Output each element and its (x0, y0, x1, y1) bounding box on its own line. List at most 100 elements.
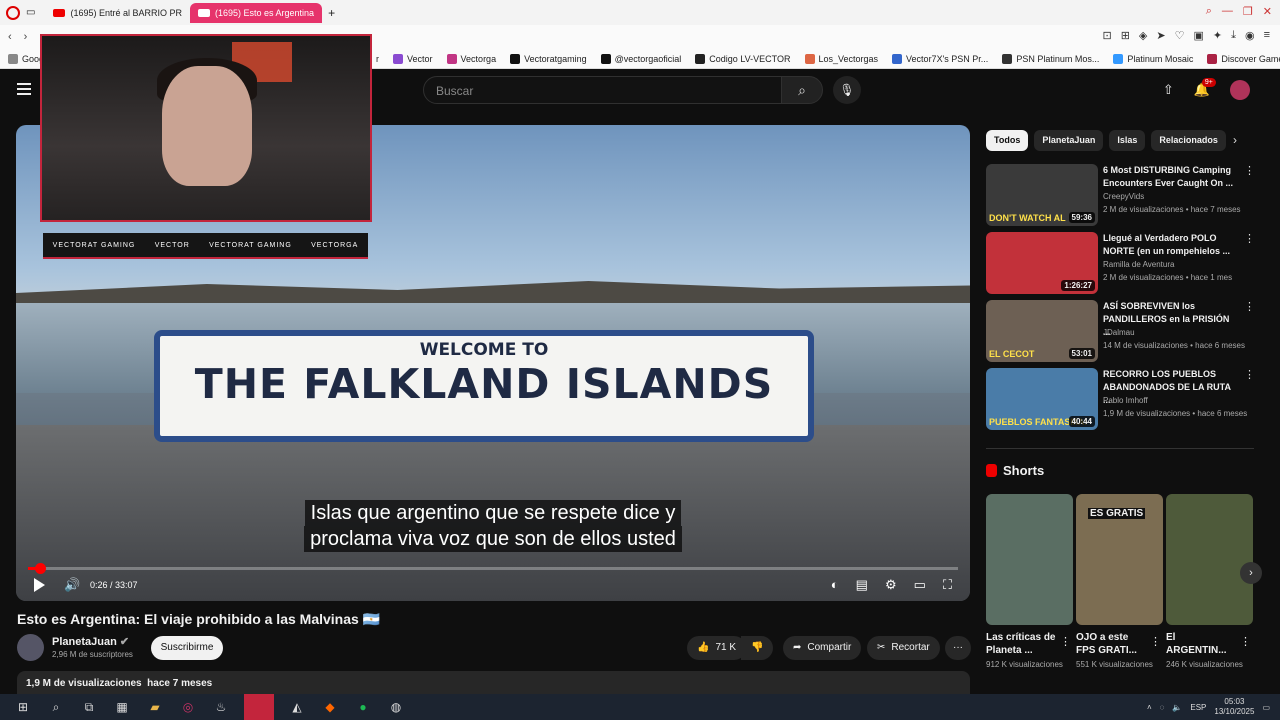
voice-search-button[interactable]: 🎙 (833, 76, 861, 104)
bookmark-item[interactable]: Discover Games -... (1207, 53, 1280, 64)
browser-tab-2[interactable]: (1695) Esto es Argentina (190, 2, 323, 23)
opera-logo-icon[interactable] (6, 5, 20, 20)
send-icon[interactable]: ➤ (1156, 29, 1165, 42)
chip-todos[interactable]: Todos (986, 130, 1029, 151)
bookmark-item[interactable]: @vectorgaoficial (600, 53, 681, 64)
back-icon[interactable]: ‹ (8, 31, 12, 43)
description-box[interactable]: 1,9 M de visualizaciones hace 7 meses (17, 671, 970, 695)
play-button[interactable] (34, 578, 45, 592)
shorts-next-button[interactable]: › (1240, 562, 1262, 584)
settings-gear-icon[interactable]: ⚙ (885, 577, 897, 593)
file-explorer-icon[interactable]: ▰ (145, 699, 165, 715)
opera-gx-icon[interactable]: ◎ (178, 699, 198, 715)
obs-icon[interactable]: ◍ (386, 699, 406, 715)
short-thumbnail[interactable] (1166, 494, 1253, 625)
like-button[interactable]: 👍 71 K (687, 636, 747, 660)
scrubber-handle[interactable] (35, 563, 46, 574)
task-view-icon[interactable]: ⧉ (79, 699, 99, 715)
more-vert-icon[interactable]: ⋮ (1244, 300, 1255, 313)
search-input[interactable]: Buscar (423, 76, 783, 104)
dislike-button[interactable]: 👎 (741, 636, 774, 660)
app-icon[interactable]: ◭ (287, 699, 307, 715)
download-icon[interactable]: ⤓ (1231, 29, 1236, 42)
channel-avatar[interactable] (17, 634, 44, 661)
speaker-icon[interactable]: 🔈 (1172, 703, 1182, 712)
bookmark-item[interactable]: Los_Vectorgas (804, 53, 878, 64)
chevron-up-icon[interactable]: ˄ (1147, 703, 1152, 712)
wifi-icon[interactable]: ◌ (1160, 703, 1165, 712)
browser-tab-1[interactable]: (1695) Entré al BARRIO PR (45, 3, 190, 23)
new-tab-button[interactable]: + (328, 6, 335, 20)
recommended-channel[interactable]: Pablo Imhoff (1103, 396, 1148, 405)
spotify-icon[interactable]: ● (353, 699, 373, 715)
maximize-icon[interactable]: ❐ (1243, 5, 1253, 18)
more-vert-icon[interactable]: ⋮ (1244, 232, 1255, 245)
wallet-icon[interactable]: ▣ (1193, 29, 1203, 42)
notification-center-icon[interactable]: ▭ (1262, 703, 1270, 712)
more-vert-icon[interactable]: ⋮ (1244, 164, 1255, 177)
workspaces-icon[interactable]: ▭ (26, 7, 35, 18)
bookmark-item[interactable]: Platinum Mosaic (1113, 53, 1193, 64)
video-thumbnail[interactable]: 1:26:27 (986, 232, 1098, 294)
channel-name[interactable]: PlanetaJuan ✔ (52, 635, 129, 648)
menu-icon[interactable]: ≡ (1264, 29, 1270, 42)
chip-relacionados[interactable]: Relacionados (1151, 130, 1226, 151)
short-item[interactable]: Las críticas de Planeta ... 912 K visuali… (986, 494, 1073, 671)
bookmark-icon[interactable]: ⊡ (1102, 29, 1111, 42)
share-button[interactable]: ➦ Compartir (783, 636, 862, 660)
recommended-video[interactable]: EL CECOT 53:01 ASÍ SOBREVIVEN los PANDILLE… (986, 300, 1256, 362)
chip-islas[interactable]: Islas (1109, 130, 1146, 151)
recommended-title[interactable]: Llegué al Verdadero POLO NORTE (en un ro… (1103, 232, 1238, 258)
more-vert-icon[interactable]: ⋮ (1244, 368, 1255, 381)
bookmark-item[interactable]: Goog (8, 53, 44, 64)
bookmark-item[interactable]: Vectoratgaming (510, 53, 587, 64)
subscribe-button[interactable]: Suscribirme (151, 636, 223, 660)
short-title[interactable]: El ARGENTIN... (1166, 631, 1238, 657)
clip-button[interactable]: ✂ Recortar (867, 636, 940, 660)
camera-icon[interactable]: ◉ (1245, 29, 1255, 42)
short-item[interactable]: ES GRATIS OJO a este FPS GRATI... 551 K vi… (1076, 494, 1163, 671)
short-title[interactable]: OJO a este FPS GRATI... (1076, 631, 1148, 657)
chip-planetajuan[interactable]: PlanetaJuan (1034, 130, 1104, 151)
recommended-channel[interactable]: CreepyVids (1103, 192, 1144, 201)
recommended-channel[interactable]: Ramilla de Aventura (1103, 260, 1174, 269)
recommended-video[interactable]: PUEBLOS FANTASMA! 40:44 RECORRO LOS PUEBLO… (986, 368, 1256, 430)
short-title[interactable]: Las críticas de Planeta ... (986, 631, 1058, 657)
video-thumbnail[interactable]: PUEBLOS FANTASMA! 40:44 (986, 368, 1098, 430)
snapshot-icon[interactable]: ⊞ (1121, 29, 1130, 42)
bookmark-item[interactable]: Vector (393, 53, 433, 64)
more-vert-icon[interactable]: ⋮ (1150, 635, 1161, 648)
bookmark-item[interactable]: Vector7X's PSN Pr... (892, 53, 988, 64)
user-avatar[interactable] (1230, 80, 1250, 100)
shield-icon[interactable]: ◈ (1139, 29, 1147, 42)
progress-bar[interactable] (28, 563, 958, 574)
app-icon[interactable]: ▦ (112, 699, 132, 715)
windows-start-icon[interactable]: ⊞ (13, 699, 33, 715)
more-vert-icon[interactable]: ⋮ (1060, 635, 1071, 648)
captions-icon[interactable]: ▤ (856, 577, 868, 593)
bookmark-item[interactable]: r (376, 54, 379, 64)
notifications-button[interactable]: 🔔 9+ (1194, 78, 1216, 98)
search-tabs-icon[interactable]: ⌕ (1206, 5, 1212, 18)
clock[interactable]: 05:03 13/10/2025 (1214, 697, 1254, 717)
brave-icon[interactable]: ◆ (320, 699, 340, 715)
search-button[interactable]: ⌕ (781, 76, 823, 104)
extensions-icon[interactable]: ✦ (1213, 29, 1222, 42)
bookmark-item[interactable]: Codigo LV-VECTOR (695, 53, 791, 64)
hamburger-menu-icon[interactable] (17, 83, 31, 95)
forward-icon[interactable]: › (24, 31, 28, 43)
short-item[interactable]: El ARGENTIN... 246 K visualizaciones ⋮ (1166, 494, 1253, 671)
close-window-icon[interactable]: ✕ (1263, 5, 1272, 18)
autoplay-toggle[interactable]: ◐ (831, 577, 839, 593)
recommended-video[interactable]: DON'T WATCH AL 59:36 6 Most DISTURBING Cam… (986, 164, 1256, 226)
bookmark-item[interactable]: PSN Platinum Mos... (1002, 53, 1099, 64)
upload-icon[interactable]: ⇧ (1163, 82, 1174, 98)
heart-icon[interactable]: ♡ (1175, 29, 1185, 42)
chevron-right-icon[interactable]: › (1233, 133, 1237, 147)
search-icon[interactable]: ⌕ (46, 699, 66, 715)
recommended-title[interactable]: 6 Most DISTURBING Camping Encounters Eve… (1103, 164, 1238, 190)
video-thumbnail[interactable]: DON'T WATCH AL 59:36 (986, 164, 1098, 226)
bookmark-item[interactable]: Vectorga (446, 53, 496, 64)
short-thumbnail[interactable]: ES GRATIS (1076, 494, 1163, 625)
minimize-icon[interactable]: — (1222, 5, 1233, 18)
